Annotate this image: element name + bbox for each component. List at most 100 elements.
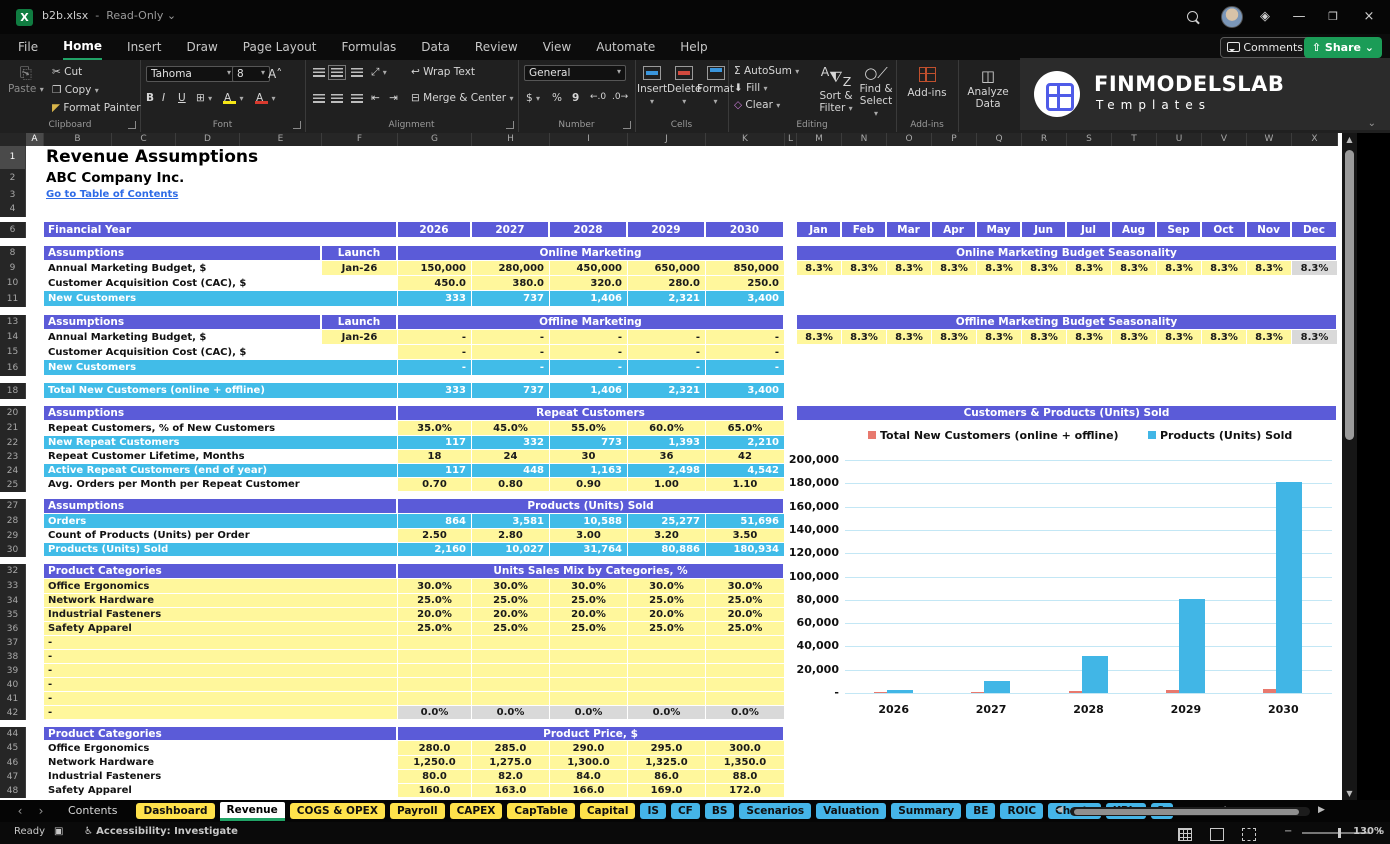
- cell-value[interactable]: 1,350.0: [706, 756, 785, 770]
- cell-value[interactable]: 20.0%: [398, 608, 472, 622]
- zoom-level[interactable]: 130%: [1353, 826, 1384, 837]
- row-label[interactable]: Safety Apparel: [44, 622, 398, 636]
- month-header[interactable]: Jan: [797, 222, 842, 238]
- row-header-6[interactable]: 6: [0, 222, 26, 238]
- row-label[interactable]: Active Repeat Customers (end of year): [44, 464, 398, 478]
- row-header-3[interactable]: 3: [0, 188, 26, 202]
- chart-bar-customers[interactable]: [1165, 690, 1179, 693]
- ribbon-tab-insert[interactable]: Insert: [127, 35, 161, 59]
- cell-value[interactable]: 86.0: [628, 770, 706, 784]
- cell-value[interactable]: 3.50: [706, 529, 785, 543]
- cell-value[interactable]: [550, 650, 628, 664]
- table-header-label[interactable]: Assumptions: [44, 315, 322, 330]
- row-label[interactable]: Repeat Customer Lifetime, Months: [44, 450, 398, 464]
- seasonality-value[interactable]: 8.3%: [1022, 330, 1067, 345]
- row-header-32[interactable]: 32: [0, 564, 26, 579]
- orientation-button[interactable]: ⤢ ▾: [371, 66, 387, 79]
- seasonality-value[interactable]: 8.3%: [1157, 330, 1202, 345]
- chart-legend-item[interactable]: Products (Units) Sold: [1148, 429, 1292, 442]
- row-header-10[interactable]: 10: [0, 276, 26, 291]
- borders-button[interactable]: ⊞ ▾: [196, 92, 212, 104]
- cell-value[interactable]: 3.20: [628, 529, 706, 543]
- row-header-16[interactable]: 16: [0, 360, 26, 376]
- row-header-18[interactable]: 18: [0, 383, 26, 399]
- cell-value[interactable]: [706, 664, 785, 678]
- cell-value[interactable]: 1,406: [550, 291, 628, 307]
- sheet-tab-is[interactable]: IS: [640, 803, 666, 819]
- merge-center-button[interactable]: ⊟ Merge & Center ▾: [411, 92, 513, 104]
- horizontal-scroll-thumb[interactable]: [1074, 808, 1299, 815]
- seasonality-header[interactable]: Online Marketing Budget Seasonality: [797, 246, 1338, 261]
- row-header-8[interactable]: 8: [0, 246, 26, 261]
- cell-value[interactable]: 1,393: [628, 436, 706, 450]
- seasonality-value[interactable]: 8.3%: [1112, 261, 1157, 276]
- cell-value[interactable]: [628, 650, 706, 664]
- worksheet-grid[interactable]: A B C D E F G H I J K L M N O P Q R S T U V W X 1 2 3 4 6 8 9 10 11 13 14 1…: [0, 133, 1342, 800]
- scroll-up-icon[interactable]: ▲: [1342, 135, 1357, 144]
- underline-button[interactable]: U: [178, 92, 186, 104]
- cell-value[interactable]: 30: [550, 450, 628, 464]
- column-header-N[interactable]: N: [842, 133, 887, 146]
- cell-value[interactable]: [706, 678, 785, 692]
- row-label[interactable]: Avg. Orders per Month per Repeat Custome…: [44, 478, 398, 492]
- cell-value[interactable]: 160.0: [398, 784, 472, 798]
- total-cell-value[interactable]: 333: [398, 383, 472, 399]
- row-header-20[interactable]: 20: [0, 406, 26, 421]
- month-header[interactable]: Apr: [932, 222, 977, 238]
- cell-value[interactable]: 80.0: [398, 770, 472, 784]
- vertical-scrollbar[interactable]: ▲ ▼: [1342, 133, 1357, 800]
- cell-value[interactable]: 1.10: [706, 478, 785, 492]
- cell-value[interactable]: -: [628, 330, 706, 345]
- cell-value[interactable]: 25.0%: [628, 594, 706, 608]
- chart-legend-item[interactable]: Total New Customers (online + offline): [868, 429, 1119, 442]
- cell-value[interactable]: -: [398, 330, 472, 345]
- sheet-tab-capex[interactable]: CAPEX: [449, 803, 503, 819]
- row-label[interactable]: Annual Marketing Budget, $: [44, 261, 322, 276]
- row-header-15[interactable]: 15: [0, 345, 26, 360]
- row-header-29[interactable]: 29: [0, 529, 26, 543]
- cell-value[interactable]: 450,000: [550, 261, 628, 276]
- cell-value[interactable]: 150,000: [398, 261, 472, 276]
- cell-value[interactable]: 31,764: [550, 543, 628, 557]
- cell-value[interactable]: 30.0%: [706, 579, 785, 594]
- page-layout-view-icon[interactable]: [1210, 826, 1242, 842]
- total-cell-value[interactable]: 3,400: [706, 383, 785, 399]
- paste-button[interactable]: ⎘ Paste ▾: [8, 64, 44, 95]
- seasonality-value[interactable]: 8.3%: [1202, 330, 1247, 345]
- cell-value[interactable]: 25.0%: [472, 594, 550, 608]
- cell-value[interactable]: -: [628, 360, 706, 376]
- wrap-text-button[interactable]: ↩ Wrap Text: [411, 66, 475, 78]
- cell-value[interactable]: 280.0: [628, 276, 706, 291]
- cell-value[interactable]: [472, 650, 550, 664]
- column-header-D[interactable]: D: [176, 133, 240, 146]
- cell-value[interactable]: 20.0%: [628, 608, 706, 622]
- cell-value[interactable]: 20.0%: [550, 608, 628, 622]
- row-label[interactable]: Annual Marketing Budget, $: [44, 330, 322, 345]
- ribbon-tab-draw[interactable]: Draw: [186, 35, 217, 59]
- sheet-tab-contents[interactable]: Contents: [54, 803, 131, 819]
- cell-value[interactable]: 0.70: [398, 478, 472, 492]
- table-header-title[interactable]: Offline Marketing: [398, 315, 785, 330]
- align-right-icon[interactable]: [351, 94, 363, 103]
- collapse-ribbon-icon[interactable]: ⌄: [1368, 118, 1376, 129]
- table-header-title[interactable]: Online Marketing: [398, 246, 785, 261]
- sheet-tab-cogs-opex[interactable]: COGS & OPEX: [289, 803, 385, 819]
- row-header-30[interactable]: 30: [0, 543, 26, 557]
- launch-cell[interactable]: Jan-26: [322, 330, 398, 345]
- column-header-L[interactable]: L: [785, 133, 797, 146]
- cell-value[interactable]: -: [398, 360, 472, 376]
- row-header-22[interactable]: 22: [0, 436, 26, 450]
- cell-value[interactable]: 36: [628, 450, 706, 464]
- cell-value[interactable]: 30.0%: [628, 579, 706, 594]
- cell-value[interactable]: [472, 664, 550, 678]
- column-header-U[interactable]: U: [1157, 133, 1202, 146]
- cell-value[interactable]: [706, 636, 785, 650]
- cell-value[interactable]: -: [706, 360, 785, 376]
- cell-value[interactable]: [550, 636, 628, 650]
- row-header-37[interactable]: 37: [0, 636, 26, 650]
- launch-cell[interactable]: [322, 276, 398, 291]
- align-left-icon[interactable]: [313, 94, 325, 103]
- row-label[interactable]: New Repeat Customers: [44, 436, 398, 450]
- seasonality-value[interactable]: 8.3%: [977, 261, 1022, 276]
- total-cell-value[interactable]: 1,406: [550, 383, 628, 399]
